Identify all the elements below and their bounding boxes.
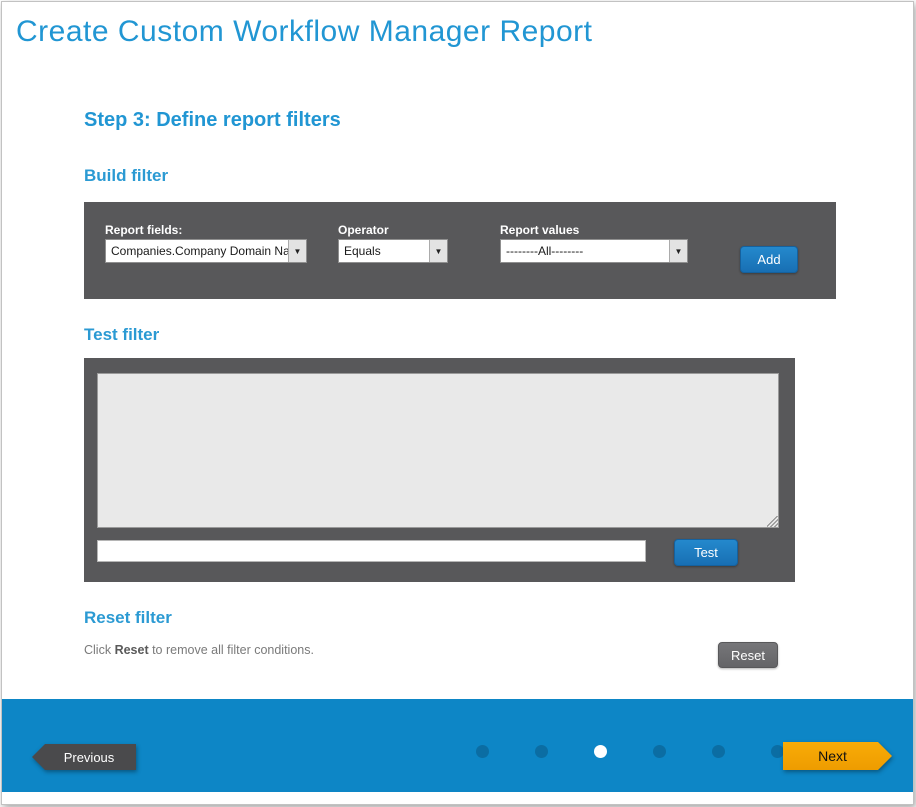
progress-dot-active: [594, 745, 607, 758]
report-fields-label: Report fields:: [105, 223, 182, 237]
build-filter-heading: Build filter: [84, 166, 168, 186]
previous-button[interactable]: Previous: [32, 744, 136, 770]
report-fields-select[interactable]: Companies.Company Domain Na ▼: [105, 239, 307, 263]
test-filter-heading: Test filter: [84, 325, 159, 345]
report-fields-selected-value: Companies.Company Domain Na: [106, 244, 288, 258]
page-title: Create Custom Workflow Manager Report: [16, 15, 593, 49]
progress-dot: [712, 745, 725, 758]
report-values-label: Report values: [500, 223, 579, 237]
report-values-selected-value: --------All--------: [501, 244, 669, 258]
progress-dot: [653, 745, 666, 758]
reset-instruction: Click Reset to remove all filter conditi…: [84, 643, 314, 657]
reset-button[interactable]: Reset: [718, 642, 778, 668]
progress-dots: [476, 745, 784, 758]
reset-instruction-suffix: to remove all filter conditions.: [149, 643, 314, 657]
operator-select[interactable]: Equals ▼: [338, 239, 448, 263]
test-value-input[interactable]: [97, 540, 646, 562]
reset-instruction-bold: Reset: [115, 643, 149, 657]
wizard-footer: Previous Next: [2, 699, 913, 792]
wizard-page: Create Custom Workflow Manager Report St…: [1, 1, 914, 805]
chevron-down-icon: ▼: [669, 240, 687, 262]
add-button[interactable]: Add: [740, 246, 798, 273]
step-heading: Step 3: Define report filters: [84, 109, 341, 132]
operator-selected-value: Equals: [339, 244, 429, 258]
next-button[interactable]: Next: [783, 742, 892, 770]
report-values-select[interactable]: --------All-------- ▼: [500, 239, 688, 263]
operator-label: Operator: [338, 223, 389, 237]
chevron-down-icon: ▼: [429, 240, 447, 262]
filter-preview-textarea[interactable]: [97, 373, 779, 528]
reset-instruction-prefix: Click: [84, 643, 115, 657]
progress-dot: [535, 745, 548, 758]
chevron-down-icon: ▼: [288, 240, 306, 262]
test-button[interactable]: Test: [674, 539, 738, 566]
reset-filter-heading: Reset filter: [84, 608, 172, 628]
progress-dot: [476, 745, 489, 758]
